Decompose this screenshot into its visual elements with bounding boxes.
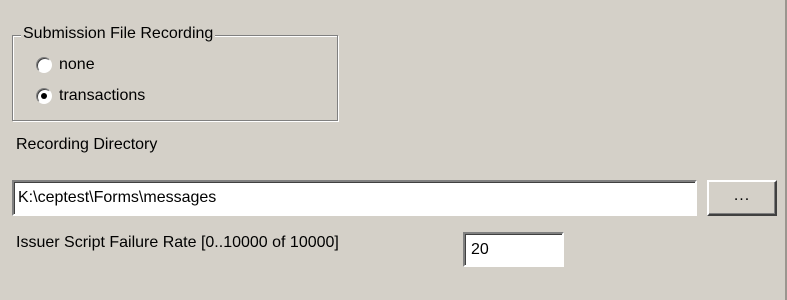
settings-panel: Submission File Recording none transacti… — [0, 0, 787, 300]
submission-file-recording-group — [12, 35, 338, 121]
browse-button[interactable]: ... — [707, 180, 777, 216]
radio-transactions-label[interactable]: transactions — [59, 86, 145, 106]
radio-none-label[interactable]: none — [59, 55, 95, 75]
radio-transactions[interactable]: transactions — [36, 85, 145, 107]
recording-directory-label: Recording Directory — [16, 136, 158, 153]
recording-directory-input[interactable]: K:\ceptest\Forms\messages — [12, 180, 697, 216]
radio-selected-dot-icon — [41, 93, 47, 99]
radio-none-circle-icon[interactable] — [36, 57, 52, 73]
group-title: Submission File Recording — [21, 24, 216, 44]
issuer-script-failure-rate-label: Issuer Script Failure Rate [0..10000 of … — [16, 234, 339, 251]
issuer-script-failure-rate-input[interactable]: 20 — [463, 232, 564, 267]
radio-none[interactable]: none — [36, 54, 95, 76]
radio-transactions-circle-icon[interactable] — [36, 88, 52, 104]
